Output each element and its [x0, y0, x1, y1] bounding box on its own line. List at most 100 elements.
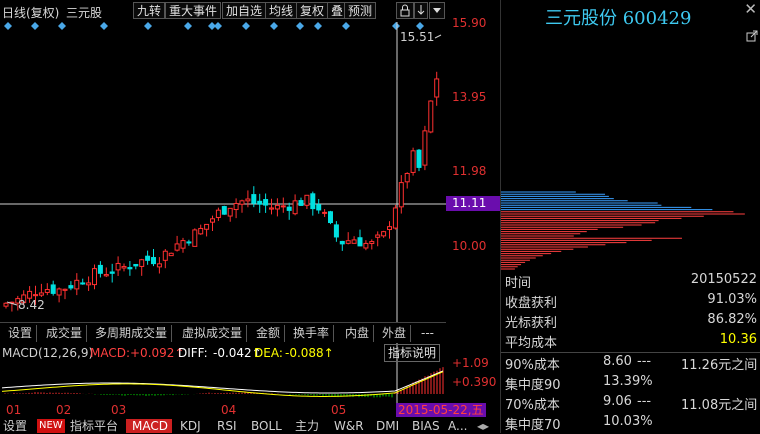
dea-value: -0.088↑: [285, 346, 334, 360]
candle-body: [351, 239, 357, 244]
conc70-label: 集中度70: [505, 418, 561, 433]
bottom-tab-macd[interactable]: MACD: [126, 419, 172, 433]
stat-label-cursor-profit: 光标获利: [505, 316, 558, 331]
cost90-low: 8.60: [603, 354, 632, 369]
period-label[interactable]: 日线(复权): [2, 4, 59, 21]
candle-body: [345, 240, 351, 244]
forecast-button[interactable]: 预测: [344, 2, 377, 19]
lock-icon[interactable]: [396, 2, 414, 19]
tab-amount[interactable]: 金额: [252, 325, 286, 342]
candlestick-chart[interactable]: 15.51 8.42: [0, 22, 452, 322]
candle-body: [115, 262, 121, 271]
cost70-row: 70%成本 9.06 --- 11.08元之间: [505, 394, 760, 414]
conc70-row: 集中度70 10.03%: [505, 414, 760, 434]
candle-body: [381, 231, 387, 237]
dea-label: DEA:: [254, 346, 283, 360]
candle-body: [239, 200, 245, 205]
month-label-02: 02: [56, 403, 72, 417]
chart-toolbar: 日线(复权) 三元股 九转 重大事件 加自选 均线 复权 叠 预测: [0, 0, 452, 22]
candle-body: [269, 207, 274, 210]
stat-label-time: 时间: [505, 276, 532, 291]
dropdown-icon[interactable]: [429, 2, 445, 19]
indicator-help-button[interactable]: 指标说明: [384, 344, 441, 362]
restore-rights-button[interactable]: 复权: [296, 2, 329, 19]
tab-settings[interactable]: 设置: [4, 325, 38, 342]
candle-body: [398, 182, 404, 208]
price-label-3: 11.98: [452, 164, 487, 178]
month-label-04: 04: [221, 403, 237, 417]
bottom-tab-kdj[interactable]: KDJ: [180, 419, 201, 433]
current-price-marker: 11.11: [446, 196, 500, 211]
bottom-tab-settings[interactable]: 设置: [3, 419, 27, 433]
tab-turnover[interactable]: 换手率: [289, 325, 335, 342]
candle-body: [156, 263, 162, 268]
tab-outer-volume[interactable]: 外盘: [378, 325, 412, 342]
tab-virtual-volume[interactable]: 虚拟成交量: [178, 325, 248, 342]
major-events-button[interactable]: 重大事件: [165, 2, 222, 19]
candle-body: [56, 288, 62, 296]
stat-value-cursor-profit: 86.82%: [707, 312, 757, 327]
event-marker-icon: [392, 22, 400, 30]
arrow-down-icon[interactable]: [414, 2, 428, 19]
tab-scroll-arrows[interactable]: ◂▸: [470, 419, 496, 433]
candle-body: [180, 240, 186, 249]
event-marker-icon: [184, 22, 192, 30]
candle-body: [139, 259, 145, 267]
event-marker-icon: [314, 22, 322, 30]
stat-row-close-profit: 收盘获利 91.03%: [505, 292, 759, 312]
indicator-bottom-tabs: 设置 NEW 指标平台 MACD KDJ RSI BOLL 主力 W&R DMI…: [0, 419, 500, 433]
candle-body: [151, 257, 156, 265]
conc70-value: 10.03%: [603, 414, 653, 429]
jiuzhuan-button[interactable]: 九转: [133, 2, 166, 19]
event-marker-icon: [296, 22, 304, 30]
candle-body: [422, 130, 428, 166]
event-marker-icon: [58, 22, 66, 30]
chip-distribution-chart: [501, 191, 745, 270]
candle-body: [97, 264, 103, 274]
moving-average-button[interactable]: 均线: [265, 2, 298, 19]
candle-body: [233, 202, 239, 211]
candle-body: [215, 209, 221, 218]
event-marker-icon: [242, 22, 250, 30]
candle-body: [50, 284, 56, 294]
new-badge: NEW: [37, 419, 65, 433]
candle-body: [204, 223, 210, 230]
event-marker-icon: [270, 22, 278, 30]
macd-axis-top: +1.09: [452, 356, 489, 370]
bottom-tab-wr[interactable]: W&R: [334, 419, 364, 433]
conc90-value: 13.39%: [603, 374, 653, 389]
candle-body: [133, 263, 139, 267]
bottom-tab-dmi[interactable]: DMI: [376, 419, 399, 433]
candle-body: [245, 198, 251, 202]
tab-more[interactable]: ---: [417, 325, 438, 342]
bottom-tab-indicator-platform[interactable]: 指标平台: [70, 419, 118, 433]
candle-body: [322, 211, 328, 214]
candle-body: [428, 100, 434, 133]
add-favorite-button[interactable]: 加自选: [222, 2, 267, 19]
candle-body: [339, 240, 345, 245]
bottom-tab-rsi[interactable]: RSI: [217, 419, 237, 433]
candle-body: [357, 237, 363, 247]
tab-volume[interactable]: 成交量: [42, 325, 88, 342]
candle-body: [109, 271, 115, 274]
candle-body: [103, 274, 109, 277]
candle-body: [280, 205, 286, 208]
bottom-tab-main-force[interactable]: 主力: [295, 419, 319, 433]
candle-body: [286, 206, 292, 211]
candle-body: [162, 250, 168, 261]
candle-body: [316, 204, 322, 211]
candle-body: [68, 285, 74, 289]
candle-body: [86, 282, 92, 286]
close-icon[interactable]: ✕: [744, 2, 757, 17]
cost70-high: 11.08元之间: [681, 398, 758, 413]
bottom-tab-boll[interactable]: BOLL: [251, 419, 282, 433]
tab-inner-volume[interactable]: 内盘: [341, 325, 375, 342]
stat-row-cursor-profit: 光标获利 86.82%: [505, 312, 759, 332]
candle-body: [174, 243, 180, 251]
tab-multi-period-volume[interactable]: 多周期成交量: [91, 325, 173, 342]
bottom-tab-bias[interactable]: BIAS: [412, 419, 440, 433]
cost90-high: 11.26元之间: [681, 358, 758, 373]
candle-body: [227, 207, 233, 217]
bottom-tab-more[interactable]: A...: [448, 419, 467, 433]
stat-label-close-profit: 收盘获利: [505, 296, 558, 311]
